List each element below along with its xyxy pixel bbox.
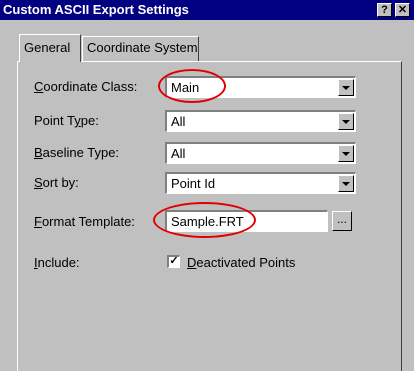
title-bar: Custom ASCII Export Settings ? ✕ bbox=[0, 0, 414, 20]
help-button[interactable]: ? bbox=[377, 3, 392, 17]
close-button[interactable]: ✕ bbox=[395, 3, 410, 17]
tab-general[interactable]: General bbox=[19, 34, 81, 62]
window-title: Custom ASCII Export Settings bbox=[3, 2, 189, 17]
tab-coordinate-system[interactable]: Coordinate System bbox=[82, 36, 199, 61]
general-tab-panel bbox=[17, 61, 402, 371]
